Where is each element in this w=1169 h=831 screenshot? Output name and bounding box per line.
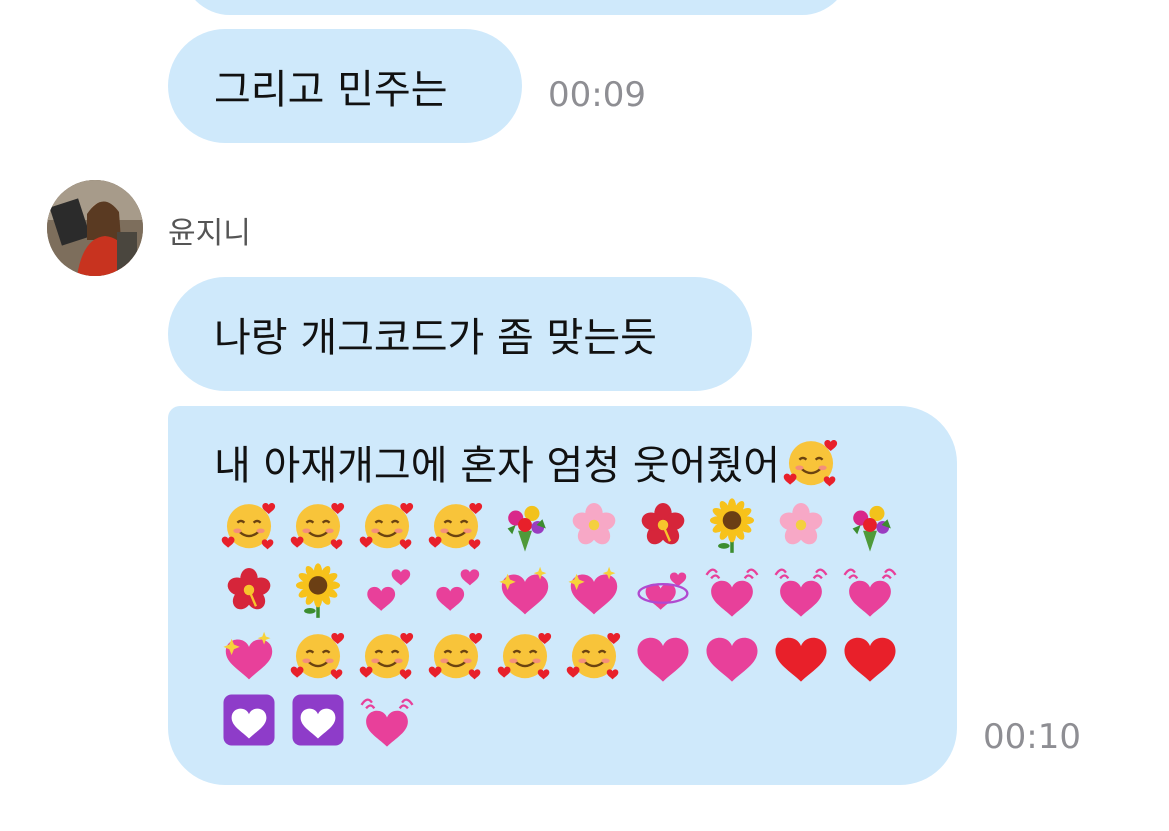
smiling-face-with-hearts-icon [290,632,344,679]
two-hearts-icon [435,568,479,611]
smiling-face-with-hearts-icon [359,632,413,679]
hibiscus-icon [227,567,270,609]
bouquet-icon [507,505,546,552]
smiling-face-with-hearts-icon [359,502,413,549]
smiling-face-with-hearts-emoji [559,622,628,687]
white-heart-purple-square-emoji [283,687,352,752]
sunflower-icon [295,562,340,618]
pink-heart-icon [636,637,689,682]
two-hearts-emoji [352,557,421,622]
cherry-blossom-emoji [766,492,835,557]
beating-heart-icon [359,698,414,747]
avatar-photo [47,180,143,276]
pink-heart-emoji [697,622,766,687]
two-hearts-emoji [421,557,490,622]
message-text: 내 아재개그에 혼자 엄청 웃어줬어 [214,443,781,489]
smiling-face-with-hearts-icon [428,502,482,549]
bouquet-emoji [835,492,904,557]
smiling-face-with-hearts-emoji [214,492,283,557]
white-heart-purple-square-icon [291,693,344,746]
beating-heart-emoji [352,687,421,752]
smiling-face-with-hearts-emoji [352,492,421,557]
bouquet-emoji [490,492,559,557]
emoji-sequence [214,492,914,752]
sparkling-heart-icon [567,566,617,614]
previous-message-bubble[interactable] [182,0,850,15]
sender-name: 윤지니 [168,216,251,251]
revolving-hearts-emoji [628,557,697,622]
beating-heart-icon [704,568,759,617]
beating-heart-emoji [766,557,835,622]
smiling-face-with-hearts-icon [782,432,842,492]
white-heart-purple-square-emoji [214,687,283,752]
smiling-face-with-hearts-emoji [490,622,559,687]
revolving-hearts-icon [636,572,689,610]
hibiscus-emoji [628,492,697,557]
message-bubble[interactable]: 그리고 민주는 [168,29,522,143]
message-timestamp: 00:09 [548,75,646,115]
smiling-face-with-hearts-icon [428,632,482,679]
bouquet-icon [852,505,891,552]
sparkling-heart-icon [498,566,548,614]
sunflower-icon [709,497,754,553]
sparkling-heart-emoji [490,557,559,622]
smiling-face-with-hearts-icon [290,502,344,549]
beating-heart-emoji [697,557,766,622]
two-hearts-icon [366,568,410,611]
smiling-face-with-hearts-icon [497,632,551,679]
smiling-face-with-hearts-emoji [283,622,352,687]
beating-heart-icon [842,568,897,617]
cherry-blossom-emoji [559,492,628,557]
smiling-face-with-hearts-icon [783,440,838,487]
sparkling-heart-emoji [559,557,628,622]
message-bubble[interactable]: 내 아재개그에 혼자 엄청 웃어줬어 [168,406,957,785]
sparkling-heart-icon [222,631,272,679]
message-bubble[interactable]: 나랑 개그코드가 좀 맞는듯 [168,277,752,391]
smiling-face-with-hearts-emoji [283,492,352,557]
message-timestamp: 00:10 [983,717,1081,757]
message-text: 그리고 민주는 [214,67,448,113]
pink-heart-emoji [628,622,697,687]
smiling-face-with-hearts-icon [566,632,620,679]
red-heart-emoji [835,622,904,687]
sunflower-emoji [697,492,766,557]
pink-heart-icon [705,637,758,682]
smiling-face-with-hearts-emoji [352,622,421,687]
smiling-face-with-hearts-icon [221,502,275,549]
red-heart-icon [843,637,896,682]
sunflower-emoji [283,557,352,622]
avatar[interactable] [47,180,143,276]
hibiscus-icon [641,502,684,544]
message-text: 나랑 개그코드가 좀 맞는듯 [214,315,657,361]
smiling-face-with-hearts-emoji [421,492,490,557]
cherry-blossom-icon [779,502,822,544]
sparkling-heart-emoji [214,622,283,687]
smiling-face-with-hearts-emoji [421,622,490,687]
red-heart-icon [774,637,827,682]
hibiscus-emoji [214,557,283,622]
beating-heart-icon [773,568,828,617]
red-heart-emoji [766,622,835,687]
beating-heart-emoji [835,557,904,622]
white-heart-purple-square-icon [222,693,275,746]
cherry-blossom-icon [572,502,615,544]
